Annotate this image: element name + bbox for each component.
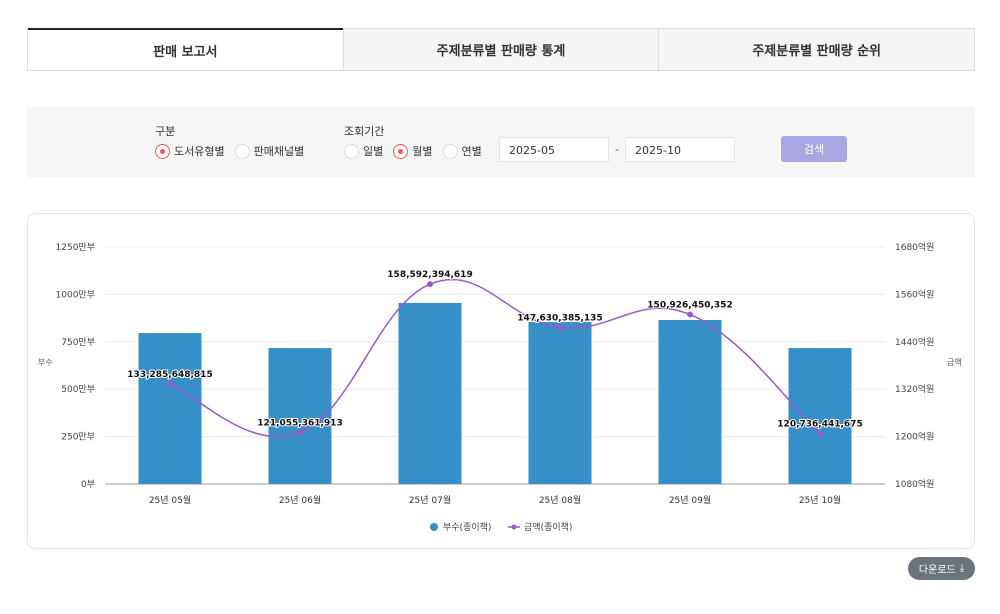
data-label: 158,592,394,619 [387,270,472,280]
line-point [687,311,693,318]
y-tick-label: 1000만부 [56,289,95,300]
x-tick-label: 25년 05월 [149,494,191,506]
y-tick-label: 250만부 [61,432,95,443]
bar [788,348,852,484]
data-label: 120,736,441,675 [777,420,862,430]
sales-chart: 0부 1080억원 250만부 1200억원 500만부 1320억원 750만부 1440억… [38,241,962,533]
download-icon: ⤓ [959,563,965,574]
y-tick-label: 500만부 [61,384,95,395]
line-point [427,281,433,288]
y2-tick-label: 1080억원 [895,478,934,490]
y2-tick-label: 1560억원 [895,288,934,300]
legend-line-label: 금액(종이책) [524,521,572,533]
legend-line-marker [511,524,517,530]
y-tick-label: 750만부 [61,337,95,348]
legend-bar-icon [430,523,438,531]
y2-tick-label: 1680억원 [895,241,934,253]
legend-bar-label: 부수(종이책) [443,521,491,533]
bar [528,322,592,484]
data-label: 150,926,450,352 [647,300,732,310]
line-point [297,429,303,436]
bar [268,348,332,484]
y2-axis-label: 금액 [947,357,962,367]
y2-tick-label: 1320억원 [895,383,934,395]
download-label: 다운로드 [918,565,956,576]
y2-tick-label: 1440억원 [895,336,934,348]
line-point [167,381,173,388]
x-tick-label: 25년 09월 [669,494,711,506]
x-tick-label: 25년 08월 [539,494,581,506]
x-tick-label: 25년 07월 [409,494,451,506]
bar [658,319,722,484]
y2-tick-label: 1200억원 [895,431,934,443]
x-tick-label: 25년 06월 [279,494,321,506]
data-label: 121,055,361,913 [257,418,342,428]
line-point [817,430,823,437]
y-tick-label: 0부 [81,479,95,490]
data-label: 147,630,385,135 [517,313,602,323]
y-tick-label: 1250만부 [56,242,95,253]
download-button[interactable]: 다운로드 ⤓ [908,557,975,580]
x-tick-label: 25년 10월 [799,494,841,506]
data-label: 133,285,648,815 [127,370,212,380]
y-axis-label: 부수 [38,358,53,367]
bar [398,302,462,484]
line-point [557,324,563,331]
bar [138,333,202,484]
